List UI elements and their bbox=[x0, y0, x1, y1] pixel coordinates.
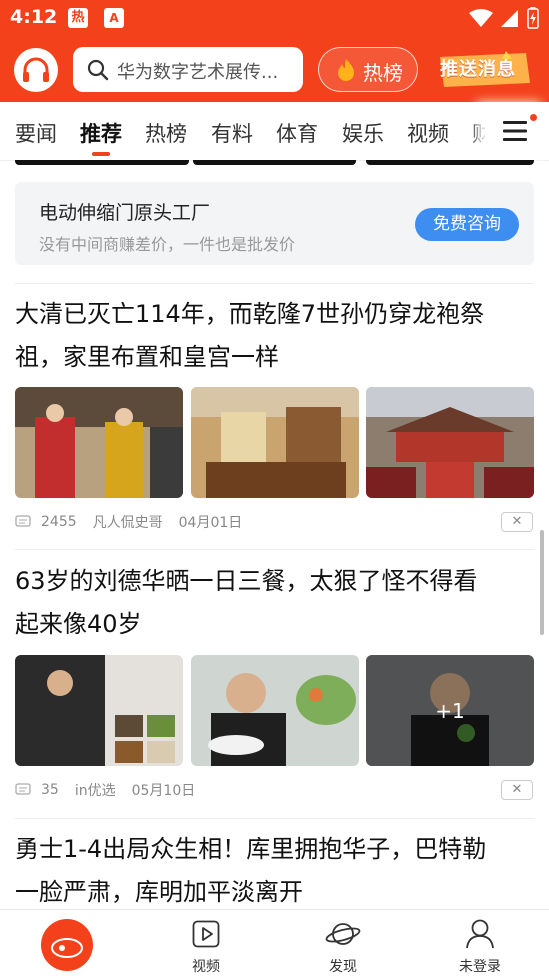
headphones-icon bbox=[23, 57, 49, 82]
nav-discover-label: 发现 bbox=[329, 959, 357, 975]
article-date: 05月10日 bbox=[131, 783, 196, 799]
audio-button[interactable] bbox=[14, 48, 58, 92]
wifi-icon bbox=[469, 9, 493, 27]
article-date: 04月01日 bbox=[178, 515, 243, 531]
active-tab-indicator bbox=[92, 152, 110, 156]
previous-image-strip bbox=[366, 160, 534, 165]
status-bar: 4:12 热 A bbox=[0, 0, 549, 38]
article-source: in优选 bbox=[74, 783, 116, 799]
article-thumbnails: +1 bbox=[15, 655, 534, 766]
article-thumbnails bbox=[15, 387, 534, 498]
previous-image-strip bbox=[15, 160, 189, 165]
article-meta: 2455 凡人侃史哥 04月01日 bbox=[15, 512, 242, 532]
tab-entertainment[interactable]: 娱乐 bbox=[342, 118, 384, 148]
close-icon: ✕ bbox=[511, 782, 523, 797]
nav-discover[interactable]: 发现 bbox=[303, 910, 383, 978]
search-bar[interactable]: 华为数字艺术展传... bbox=[73, 47, 303, 92]
article-image[interactable] bbox=[191, 387, 359, 498]
nav-account-label: 未登录 bbox=[459, 959, 501, 975]
status-time: 4:12 bbox=[10, 6, 58, 28]
tab-hot-list[interactable]: 热榜 bbox=[145, 118, 187, 148]
article-image[interactable] bbox=[15, 655, 183, 766]
more-images-badge: +1 bbox=[366, 655, 534, 766]
comment-count: 2455 bbox=[41, 514, 77, 530]
article-image[interactable] bbox=[366, 387, 534, 498]
flame-icon bbox=[338, 59, 354, 81]
nav-account[interactable]: 未登录 bbox=[440, 910, 520, 978]
article-source: 凡人侃史哥 bbox=[92, 515, 163, 531]
user-icon bbox=[466, 919, 494, 949]
article-image[interactable] bbox=[191, 655, 359, 766]
nav-home-button[interactable] bbox=[28, 910, 108, 978]
app-header: 华为数字艺术展传... 热榜 推送消息 bbox=[0, 38, 549, 102]
nav-video[interactable]: 视频 bbox=[166, 910, 246, 978]
tab-menu-button[interactable] bbox=[485, 102, 549, 160]
push-message-button[interactable]: 推送消息 bbox=[436, 49, 532, 89]
bottom-navigation: 视频 发现 未登录 bbox=[0, 909, 549, 978]
article-image[interactable] bbox=[15, 387, 183, 498]
hot-list-button[interactable]: 热榜 bbox=[318, 47, 418, 92]
tab-youliao[interactable]: 有料 bbox=[211, 118, 253, 148]
article-meta: 35 in优选 05月10日 bbox=[15, 780, 195, 800]
comment-count: 35 bbox=[41, 782, 59, 798]
article-headline[interactable]: 勇士1-4出局众生相！库里拥抱华子，巴特勒 一脸严肃，库明加平淡离开 bbox=[15, 828, 535, 914]
tab-yaowen[interactable]: 要闻 bbox=[15, 118, 57, 148]
divider bbox=[15, 283, 534, 284]
previous-image-strip bbox=[193, 160, 356, 165]
comment-icon bbox=[15, 515, 31, 527]
divider bbox=[15, 818, 534, 819]
dismiss-button[interactable]: ✕ bbox=[501, 512, 533, 532]
signal-icon bbox=[501, 10, 518, 27]
nav-video-label: 视频 bbox=[192, 959, 220, 975]
article-headline[interactable]: 大清已灭亡114年，而乾隆7世孙仍穿龙袍祭 祖，家里布置和皇宫一样 bbox=[15, 293, 535, 379]
close-icon: ✕ bbox=[511, 514, 523, 529]
hamburger-menu-icon bbox=[503, 121, 527, 141]
sina-logo-icon bbox=[41, 919, 93, 971]
planet-icon bbox=[325, 923, 361, 945]
ad-title: 电动伸缩门原头工厂 bbox=[39, 202, 211, 224]
divider bbox=[15, 549, 534, 550]
free-consult-button[interactable]: 免费咨询 bbox=[415, 208, 519, 241]
tab-video[interactable]: 视频 bbox=[407, 118, 449, 148]
push-message-label: 推送消息 bbox=[440, 59, 516, 80]
tab-sports[interactable]: 体育 bbox=[276, 118, 318, 148]
search-icon bbox=[87, 59, 109, 81]
app-notification-icon: A bbox=[104, 8, 124, 28]
scrollbar[interactable] bbox=[540, 530, 544, 635]
ad-subtitle: 没有中间商赚差价，一件也是批发价 bbox=[39, 235, 296, 254]
comment-icon bbox=[15, 783, 31, 795]
dismiss-button[interactable]: ✕ bbox=[501, 780, 533, 800]
play-icon bbox=[192, 920, 220, 948]
tab-recommend[interactable]: 推荐 bbox=[80, 118, 122, 148]
battery-icon bbox=[527, 7, 539, 29]
category-tabs: 要闻 推荐 热榜 有料 体育 娱乐 视频 财 bbox=[0, 102, 549, 161]
menu-notification-dot bbox=[530, 114, 537, 121]
hot-notification-icon: 热 bbox=[68, 8, 88, 28]
article-image[interactable]: +1 bbox=[366, 655, 534, 766]
search-input[interactable]: 华为数字艺术展传... bbox=[117, 58, 278, 84]
hot-list-label: 热榜 bbox=[363, 61, 403, 85]
article-headline[interactable]: 63岁的刘德华晒一日三餐，太狠了怪不得看 起来像40岁 bbox=[15, 560, 535, 646]
ad-card[interactable]: 电动伸缩门原头工厂 没有中间商赚差价，一件也是批发价 免费咨询 bbox=[15, 182, 534, 265]
